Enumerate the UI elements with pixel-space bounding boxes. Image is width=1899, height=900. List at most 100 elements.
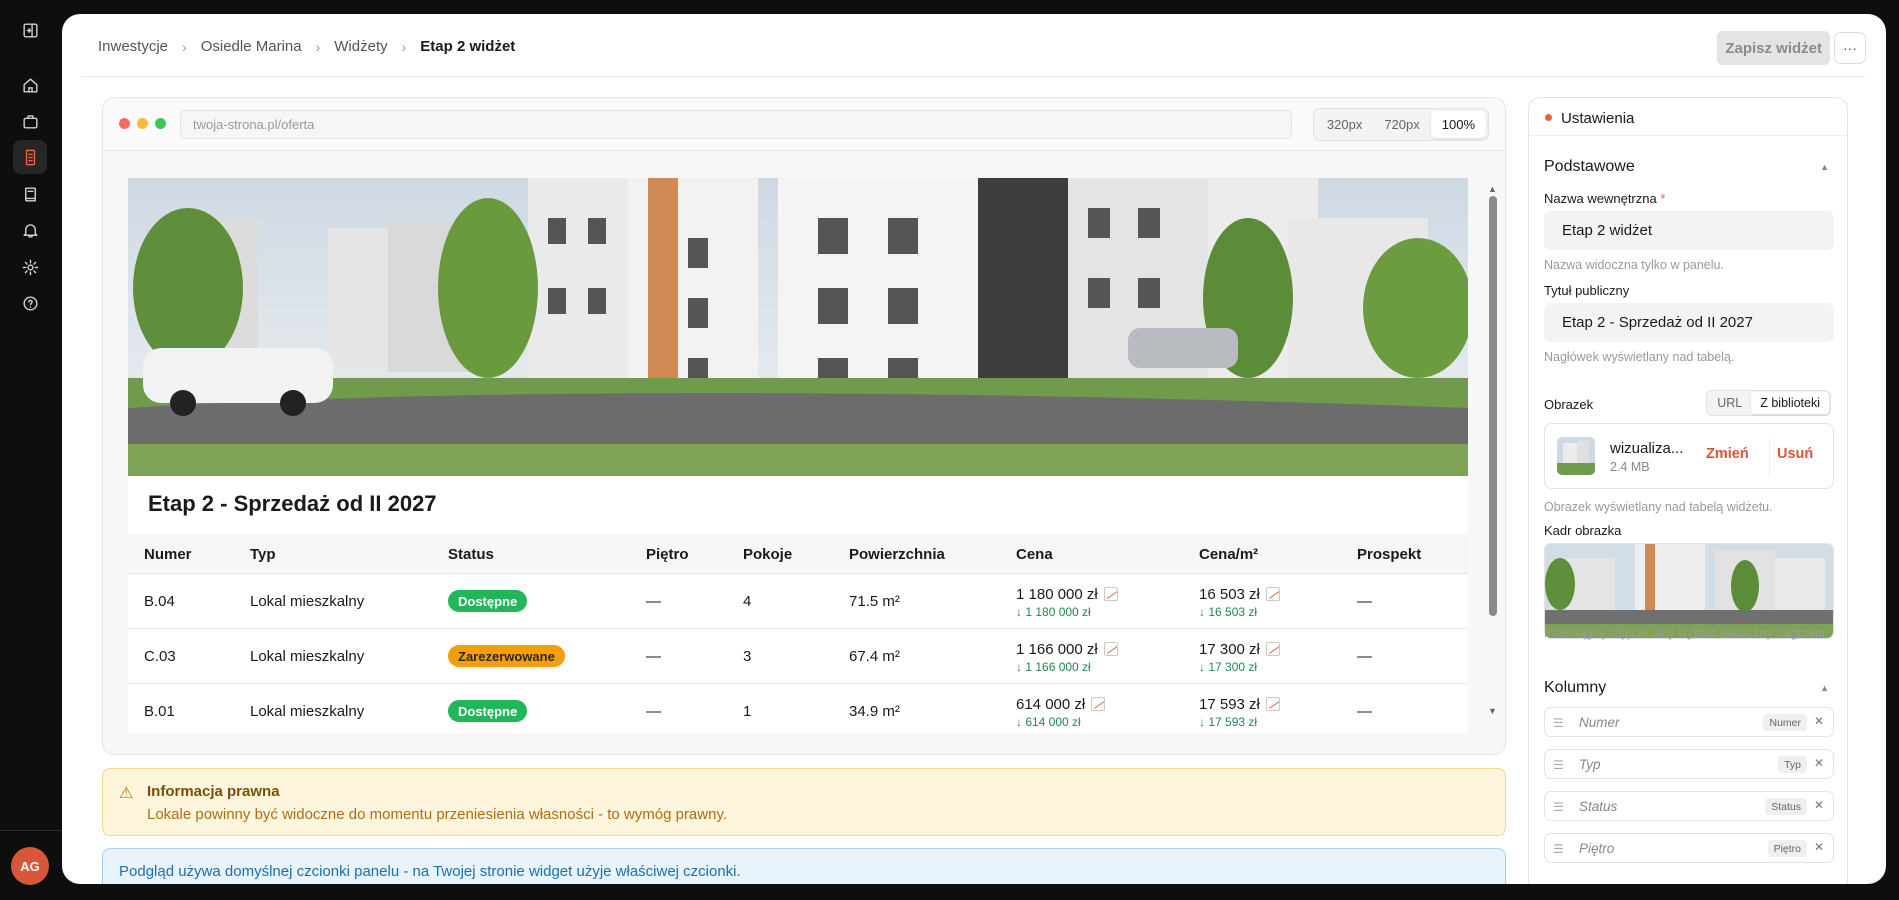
breadcrumb-item[interactable]: Osiedle Marina — [201, 38, 302, 55]
cell-powierzchnia: 34.9 m² — [849, 703, 900, 720]
section-columns-toggle[interactable]: Kolumny — [1544, 679, 1606, 697]
cell-cena-m2: 17 593 zł — [1199, 696, 1280, 713]
chevron-right-icon: › — [401, 38, 407, 55]
divider — [1769, 438, 1770, 476]
column-header: Typ — [250, 546, 276, 563]
close-icon[interactable]: ✕ — [1814, 714, 1824, 728]
legal-notice-text: Lokale powinny być widoczne do momentu p… — [147, 806, 728, 823]
image-file-size: 2.4 MB — [1610, 460, 1650, 474]
help-icon[interactable] — [13, 286, 47, 320]
price-history-icon[interactable] — [1091, 697, 1106, 711]
briefcase-icon[interactable] — [13, 104, 47, 138]
more-options-button[interactable]: ··· — [1834, 32, 1866, 64]
cell-typ: Lokal mieszkalny — [250, 703, 365, 720]
chevron-right-icon: › — [182, 38, 187, 55]
hero-illustration — [128, 178, 1468, 476]
cell-cena-m2: 17 300 zł — [1199, 641, 1280, 658]
scrollbar-thumb[interactable] — [1489, 196, 1497, 616]
public-title-input[interactable]: Etap 2 - Sprzedaż od II 2027 — [1544, 303, 1834, 342]
price-m2-history-value: ↓ 17 300 zł — [1199, 660, 1258, 674]
cell-numer: B.04 — [144, 593, 175, 610]
column-config-row[interactable]: ☰ Piętro Piętro ✕ — [1544, 833, 1834, 863]
required-marker: * — [1660, 191, 1666, 206]
cell-powierzchnia: 67.4 m² — [849, 648, 900, 665]
viewport-size-switcher: 320px 720px 100% — [1312, 108, 1489, 141]
crop-label: Kadr obrazka — [1544, 523, 1622, 538]
bell-icon[interactable] — [13, 213, 47, 247]
section-basic-toggle[interactable]: Podstawowe — [1544, 158, 1635, 176]
size-720-button[interactable]: 720px — [1373, 111, 1430, 138]
column-config-row[interactable]: ☰ Typ Typ ✕ — [1544, 749, 1834, 779]
column-header: Numer — [144, 546, 192, 563]
table-row[interactable]: B.01 Lokal mieszkalny Dostępne — 1 34.9 … — [128, 684, 1468, 733]
column-name: Status — [1579, 799, 1618, 814]
cell-cena: 614 000 zł — [1016, 696, 1106, 713]
drag-handle-icon[interactable]: ☰ — [1553, 758, 1564, 772]
change-image-button[interactable]: Zmień — [1706, 446, 1749, 462]
drag-handle-icon[interactable]: ☰ — [1553, 800, 1564, 814]
size-320-button[interactable]: 320px — [1316, 111, 1373, 138]
widget-title: Etap 2 - Sprzedaż od II 2027 — [148, 491, 437, 516]
crop-hint: Przeciągnij zdjęcie, aby wybrać widoczny… — [1544, 626, 1829, 640]
building-icon[interactable] — [13, 140, 47, 174]
home-icon[interactable] — [13, 68, 47, 102]
close-icon[interactable]: ✕ — [1814, 840, 1824, 854]
legal-notice-title: Informacja prawna — [147, 783, 280, 800]
price-history-icon[interactable] — [1103, 642, 1118, 656]
cell-numer: B.01 — [144, 703, 175, 720]
save-widget-button[interactable]: Zapisz widżet — [1717, 31, 1830, 65]
table-row[interactable]: C.03 Lokal mieszkalny Zarezerwowane — 3 … — [128, 629, 1468, 684]
drag-handle-icon[interactable]: ☰ — [1553, 716, 1564, 730]
price-history-icon[interactable] — [1103, 587, 1118, 601]
scroll-up-icon[interactable]: ▲ — [1488, 184, 1497, 194]
cell-cena-m2: 16 503 zł — [1199, 586, 1280, 603]
close-icon[interactable]: ✕ — [1814, 798, 1824, 812]
remove-image-button[interactable]: Usuń — [1777, 446, 1813, 462]
chevron-up-icon[interactable]: ▲ — [1820, 162, 1829, 172]
cell-prospekt: — — [1357, 648, 1372, 665]
cell-cena: 1 180 000 zł — [1016, 586, 1118, 603]
column-header: Cena/m² — [1199, 546, 1259, 563]
preview-url: twoja-strona.pl/oferta — [180, 110, 1292, 139]
chevron-up-icon[interactable]: ▲ — [1820, 683, 1829, 693]
price-value: 614 000 zł — [1016, 696, 1086, 713]
column-config-row[interactable]: ☰ Status Status ✕ — [1544, 791, 1834, 821]
price-history-icon[interactable] — [1265, 697, 1280, 711]
hero-image — [128, 178, 1468, 476]
table-row[interactable]: B.04 Lokal mieszkalny Dostępne — 4 71.5 … — [128, 574, 1468, 629]
price-history-icon[interactable] — [1265, 642, 1280, 656]
price-history-icon[interactable] — [1265, 587, 1280, 601]
chevron-right-icon: › — [315, 38, 321, 55]
breadcrumb-item[interactable]: Widżety — [334, 38, 387, 55]
widget-content[interactable]: Etap 2 - Sprzedaż od II 2027 Numer Typ S… — [128, 178, 1468, 733]
breadcrumb-item[interactable]: Inwestycje — [98, 38, 168, 55]
image-source-url-tab[interactable]: URL — [1708, 392, 1751, 414]
cell-pokoje: 3 — [743, 648, 752, 665]
book-icon[interactable] — [13, 177, 47, 211]
browser-bar: twoja-strona.pl/oferta 320px 720px 100% — [103, 98, 1505, 151]
sidebar-toggle-icon[interactable] — [13, 13, 47, 47]
column-config-row[interactable]: ☰ Numer Numer ✕ — [1544, 707, 1834, 737]
scroll-down-icon[interactable]: ▼ — [1488, 706, 1497, 716]
legal-notice: ⚠ Informacja prawna Lokale powinny być w… — [102, 768, 1506, 836]
name-hint: Nazwa widoczna tylko w panelu. — [1544, 258, 1724, 272]
cell-pietro: — — [646, 703, 661, 720]
column-tag: Piętro — [1767, 840, 1807, 857]
size-100-button[interactable]: 100% — [1430, 111, 1486, 138]
column-name: Numer — [1579, 715, 1620, 730]
image-label: Obrazek — [1544, 397, 1594, 412]
price-m2-history-value: ↓ 16 503 zł — [1199, 605, 1258, 619]
image-source-library-tab[interactable]: Z biblioteki — [1751, 392, 1829, 414]
internal-name-input[interactable]: Etap 2 widżet — [1544, 211, 1834, 250]
cell-prospekt: — — [1357, 703, 1372, 720]
avatar[interactable]: AG — [11, 847, 49, 885]
cell-prospekt: — — [1357, 593, 1372, 610]
drag-handle-icon[interactable]: ☰ — [1553, 842, 1564, 856]
cell-pietro: — — [646, 593, 661, 610]
price-m2-value: 16 503 zł — [1199, 586, 1260, 603]
breadcrumb: Inwestycje › Osiedle Marina › Widżety › … — [98, 38, 515, 55]
cell-typ: Lokal mieszkalny — [250, 593, 365, 610]
preview-scrollbar[interactable]: ▲ ▼ — [1488, 184, 1497, 716]
close-icon[interactable]: ✕ — [1814, 756, 1824, 770]
gear-icon[interactable] — [13, 250, 47, 284]
